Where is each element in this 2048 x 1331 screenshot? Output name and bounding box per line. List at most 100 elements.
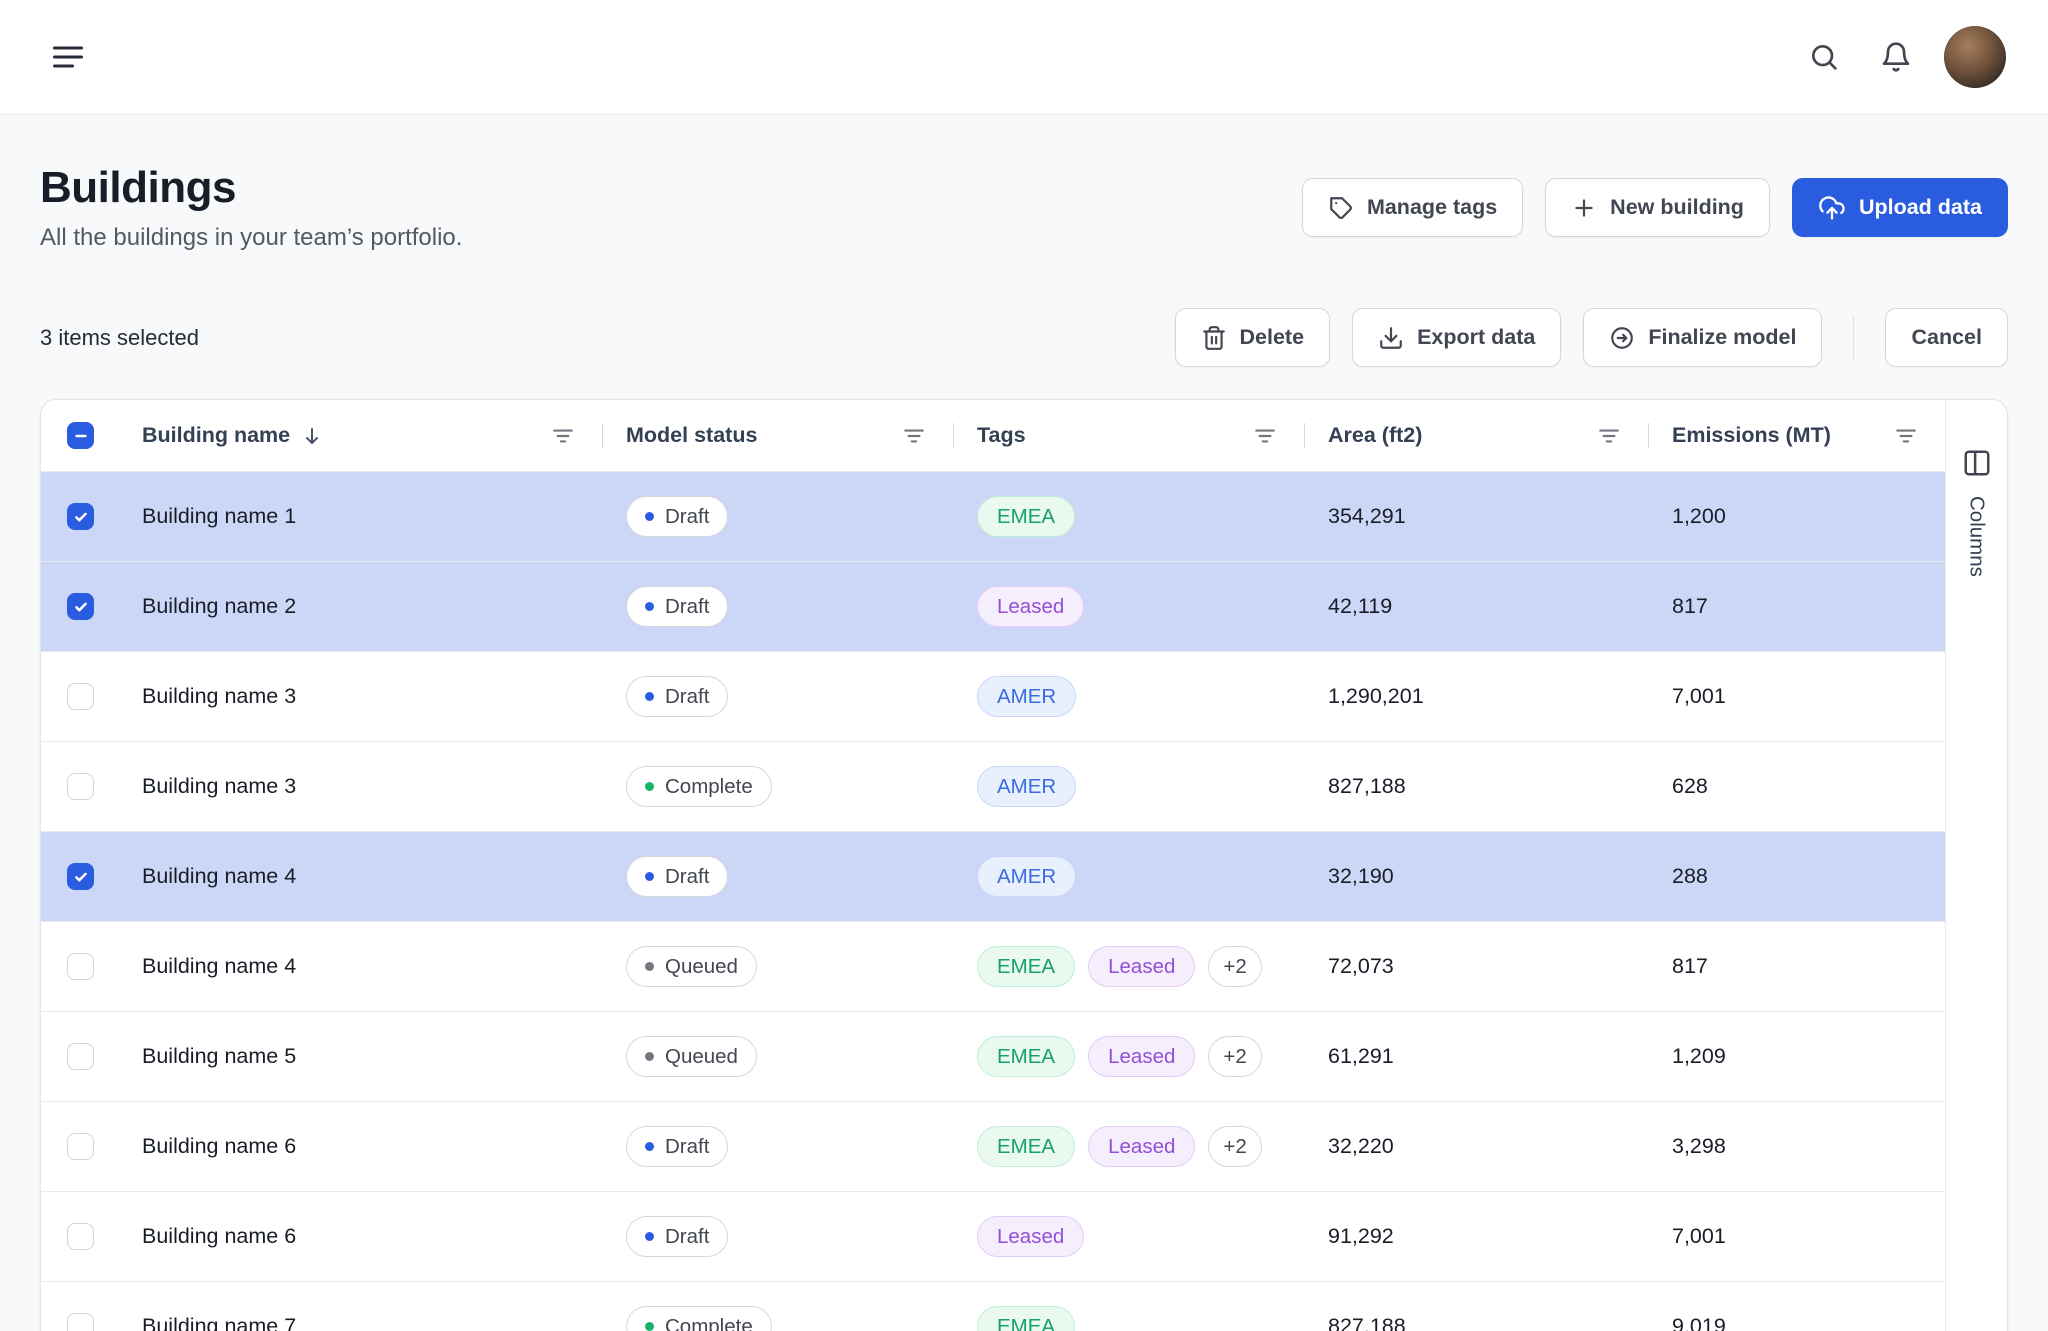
- table-row[interactable]: Building name 4 Queued EMEALeased+2 72,0…: [41, 922, 1945, 1012]
- building-name: Building name 7: [142, 1314, 296, 1331]
- delete-button[interactable]: Delete: [1175, 308, 1331, 367]
- status-label: Draft: [665, 685, 709, 709]
- row-checkbox[interactable]: [67, 1313, 94, 1331]
- cancel-button[interactable]: Cancel: [1885, 308, 2008, 367]
- hamburger-menu-icon: [50, 39, 86, 75]
- column-header-emissions: Emissions (MT): [1648, 400, 1945, 471]
- status-dot-icon: [645, 1142, 654, 1151]
- table-row[interactable]: Building name 3 Complete AMER 827,188 62…: [41, 742, 1945, 832]
- status-label: Draft: [665, 505, 709, 529]
- status-badge: Complete: [626, 766, 772, 807]
- table-row[interactable]: Building name 6 Draft EMEALeased+2 32,22…: [41, 1102, 1945, 1192]
- area-cell: 32,190: [1328, 864, 1394, 889]
- table-row[interactable]: Building name 6 Draft Leased 91,292 7,00…: [41, 1192, 1945, 1282]
- tag-pill: AMER: [977, 856, 1076, 897]
- building-name: Building name 4: [142, 954, 296, 979]
- buildings-table: Building name Model status Tags: [40, 399, 2008, 1331]
- status-badge: Queued: [626, 946, 757, 987]
- tags-column-label: Tags: [977, 423, 1026, 448]
- status-badge: Draft: [626, 856, 728, 897]
- columns-panel-toggle[interactable]: Columns: [1945, 400, 2007, 1331]
- row-checkbox[interactable]: [67, 953, 94, 980]
- tags-cell: EMEALeased+2: [953, 1126, 1304, 1167]
- emissions-cell: 7,001: [1672, 684, 1726, 709]
- area-cell: 42,119: [1328, 594, 1392, 619]
- tag-pill: EMEA: [977, 946, 1075, 987]
- avatar[interactable]: [1944, 26, 2006, 88]
- table-row[interactable]: Building name 4 Draft AMER 32,190 288: [41, 832, 1945, 922]
- table-main: Building name Model status Tags: [41, 400, 1945, 1331]
- status-badge: Draft: [626, 1126, 728, 1167]
- status-badge: Draft: [626, 586, 728, 627]
- model-status-filter-icon[interactable]: [901, 423, 927, 449]
- status-badge: Draft: [626, 496, 728, 537]
- emissions-cell: 817: [1672, 954, 1708, 979]
- tags-cell: EMEA: [953, 1306, 1304, 1331]
- status-label: Draft: [665, 1135, 709, 1159]
- building-name: Building name 5: [142, 1044, 296, 1069]
- status-dot-icon: [645, 692, 654, 701]
- building-name-filter-icon[interactable]: [550, 423, 576, 449]
- tag-pill: +2: [1208, 1126, 1261, 1167]
- delete-label: Delete: [1240, 325, 1305, 350]
- tags-cell: AMER: [953, 856, 1304, 897]
- area-filter-icon[interactable]: [1596, 423, 1622, 449]
- building-name-column-label: Building name: [142, 423, 290, 448]
- topbar: [0, 0, 2048, 115]
- export-data-button[interactable]: Export data: [1352, 308, 1561, 367]
- columns-icon: [1962, 448, 1992, 478]
- status-dot-icon: [645, 1232, 654, 1241]
- status-dot-icon: [645, 962, 654, 971]
- table-row[interactable]: Building name 1 Draft EMEA 354,291 1,200: [41, 472, 1945, 562]
- menu-button[interactable]: [42, 31, 94, 83]
- emissions-filter-icon[interactable]: [1893, 423, 1919, 449]
- tag-pill: Leased: [977, 1216, 1084, 1257]
- status-dot-icon: [645, 782, 654, 791]
- tag-pill: EMEA: [977, 1306, 1075, 1331]
- finalize-model-button[interactable]: Finalize model: [1583, 308, 1822, 367]
- row-checkbox[interactable]: [67, 1133, 94, 1160]
- status-dot-icon: [645, 512, 654, 521]
- table-row[interactable]: Building name 5 Queued EMEALeased+2 61,2…: [41, 1012, 1945, 1102]
- tag-pill: +2: [1208, 946, 1261, 987]
- emissions-cell: 1,200: [1672, 504, 1726, 529]
- row-checkbox[interactable]: [67, 683, 94, 710]
- trash-icon: [1201, 325, 1227, 351]
- status-dot-icon: [645, 1052, 654, 1061]
- page-subtitle: All the buildings in your team’s portfol…: [40, 224, 462, 252]
- row-checkbox[interactable]: [67, 773, 94, 800]
- new-building-button[interactable]: New building: [1545, 178, 1770, 237]
- table-row[interactable]: Building name 3 Draft AMER 1,290,201 7,0…: [41, 652, 1945, 742]
- upload-data-label: Upload data: [1859, 195, 1982, 220]
- building-name: Building name 3: [142, 774, 296, 799]
- export-data-label: Export data: [1417, 325, 1535, 350]
- tag-pill: Leased: [977, 586, 1084, 627]
- status-label: Draft: [665, 1225, 709, 1249]
- status-dot-icon: [645, 602, 654, 611]
- table-row[interactable]: Building name 7 Complete EMEA 827,188 9,…: [41, 1282, 1945, 1331]
- area-cell: 91,292: [1328, 1224, 1394, 1249]
- row-checkbox[interactable]: [67, 593, 94, 620]
- status-badge: Complete: [626, 1306, 772, 1331]
- emissions-cell: 628: [1672, 774, 1708, 799]
- building-name: Building name 6: [142, 1134, 296, 1159]
- table-row[interactable]: Building name 2 Draft Leased 42,119 817: [41, 562, 1945, 652]
- status-dot-icon: [645, 872, 654, 881]
- row-checkbox[interactable]: [67, 863, 94, 890]
- select-all-checkbox[interactable]: [67, 422, 94, 449]
- header-actions: Manage tags New building Upload data: [1302, 178, 2008, 237]
- tags-filter-icon[interactable]: [1252, 423, 1278, 449]
- cancel-label: Cancel: [1911, 325, 1982, 350]
- status-badge: Draft: [626, 1216, 728, 1257]
- new-building-label: New building: [1610, 195, 1744, 220]
- search-button[interactable]: [1800, 33, 1848, 81]
- row-checkbox[interactable]: [67, 503, 94, 530]
- notifications-button[interactable]: [1872, 33, 1920, 81]
- sort-descending-icon[interactable]: [300, 424, 324, 448]
- upload-data-button[interactable]: Upload data: [1792, 178, 2008, 237]
- manage-tags-button[interactable]: Manage tags: [1302, 178, 1523, 237]
- row-checkbox[interactable]: [67, 1043, 94, 1070]
- status-label: Draft: [665, 595, 709, 619]
- row-checkbox[interactable]: [67, 1223, 94, 1250]
- table-body: Building name 1 Draft EMEA 354,291 1,200…: [41, 472, 1945, 1331]
